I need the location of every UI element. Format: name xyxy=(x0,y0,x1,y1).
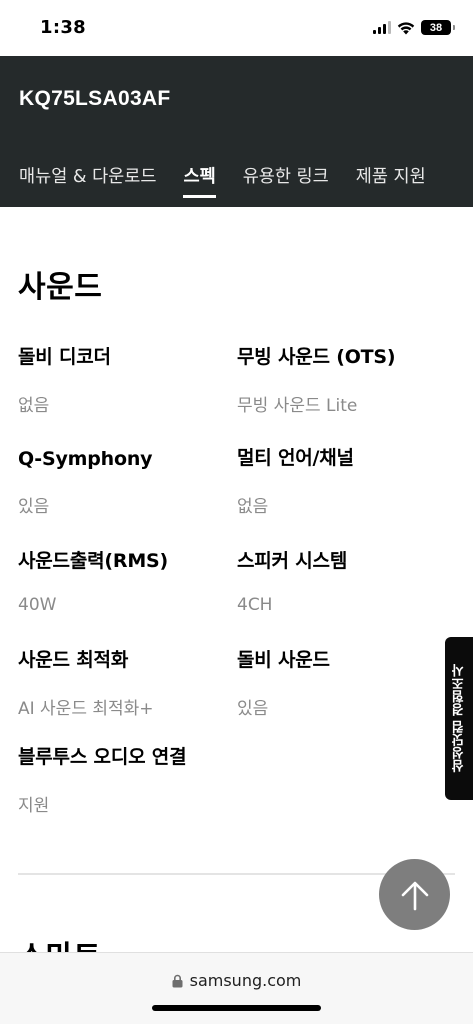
spec-label: 사운드출력(RMS) xyxy=(18,550,168,572)
spec-item: 무빙 사운드 (OTS) 무빙 사운드 Lite xyxy=(237,342,457,416)
spec-value: 지원 xyxy=(18,796,50,816)
survey-tab-label: 삼성닷컴 경험조사 xyxy=(451,664,467,773)
spec-value: 4CH xyxy=(237,595,273,615)
spec-value: 무빙 사운드 Lite xyxy=(237,396,358,416)
spec-value: 있음 xyxy=(18,497,50,517)
tab-specs[interactable]: 스펙 xyxy=(183,163,216,198)
spec-label: 무빙 사운드 (OTS) xyxy=(237,346,396,368)
status-bar: 1:38 38 xyxy=(0,0,473,56)
spec-value: AI 사운드 최적화+ xyxy=(18,699,154,719)
scroll-top-button[interactable] xyxy=(379,859,450,930)
section-title: 사운드 xyxy=(18,270,103,305)
spec-label: 스피커 시스템 xyxy=(237,550,348,572)
spec-label: 돌비 디코더 xyxy=(18,346,111,368)
spec-value: 없음 xyxy=(237,497,269,517)
spec-item: 스피커 시스템 4CH xyxy=(237,546,457,615)
spec-value: 있음 xyxy=(237,699,269,719)
tab-manual-download[interactable]: 매뉴얼 & 다운로드 xyxy=(19,163,156,188)
survey-tab[interactable]: 삼성닷컴 경험조사 xyxy=(445,637,473,800)
spec-label: 블루투스 오디오 연결 xyxy=(18,746,187,768)
spec-label: 멀티 언어/채널 xyxy=(237,447,354,469)
spec-value: 없음 xyxy=(18,396,50,416)
spec-label: 사운드 최적화 xyxy=(18,649,129,671)
spec-item: 돌비 디코더 없음 xyxy=(18,342,238,416)
url-display[interactable]: samsung.com xyxy=(0,971,473,990)
spec-item: 사운드출력(RMS) 40W xyxy=(18,546,238,615)
status-icons: 38 xyxy=(373,20,455,35)
spec-label: Q-Symphony xyxy=(18,448,153,470)
spec-item: Q-Symphony 있음 xyxy=(18,448,238,517)
tab-useful-links[interactable]: 유용한 링크 xyxy=(243,163,329,188)
wifi-icon xyxy=(397,21,415,34)
spec-label: 돌비 사운드 xyxy=(237,649,330,671)
spec-item: 멀티 언어/채널 없음 xyxy=(237,443,457,517)
spec-item: 돌비 사운드 있음 xyxy=(237,645,457,719)
tab-product-support[interactable]: 제품 지원 xyxy=(356,163,426,188)
spec-item: 사운드 최적화 AI 사운드 최적화+ xyxy=(18,645,238,719)
spec-item: 블루투스 오디오 연결 지원 xyxy=(18,742,238,816)
model-title: KQ75LSA03AF xyxy=(19,87,171,110)
browser-url-bar: samsung.com xyxy=(0,952,473,1024)
url-text: samsung.com xyxy=(189,971,302,990)
battery-icon: 38 xyxy=(421,20,455,35)
signal-icon xyxy=(373,21,391,34)
arrow-up-icon xyxy=(401,881,428,910)
nav-tabs: 매뉴얼 & 다운로드 스펙 유용한 링크 제품 지원 xyxy=(19,163,426,198)
product-header: KQ75LSA03AF 매뉴얼 & 다운로드 스펙 유용한 링크 제품 지원 xyxy=(0,56,473,207)
battery-level: 38 xyxy=(429,21,443,34)
status-time: 1:38 xyxy=(40,17,86,38)
lock-icon xyxy=(172,974,183,987)
spec-value: 40W xyxy=(18,595,57,615)
home-indicator[interactable] xyxy=(152,1005,321,1011)
next-section-title: 스마트 xyxy=(18,932,101,954)
